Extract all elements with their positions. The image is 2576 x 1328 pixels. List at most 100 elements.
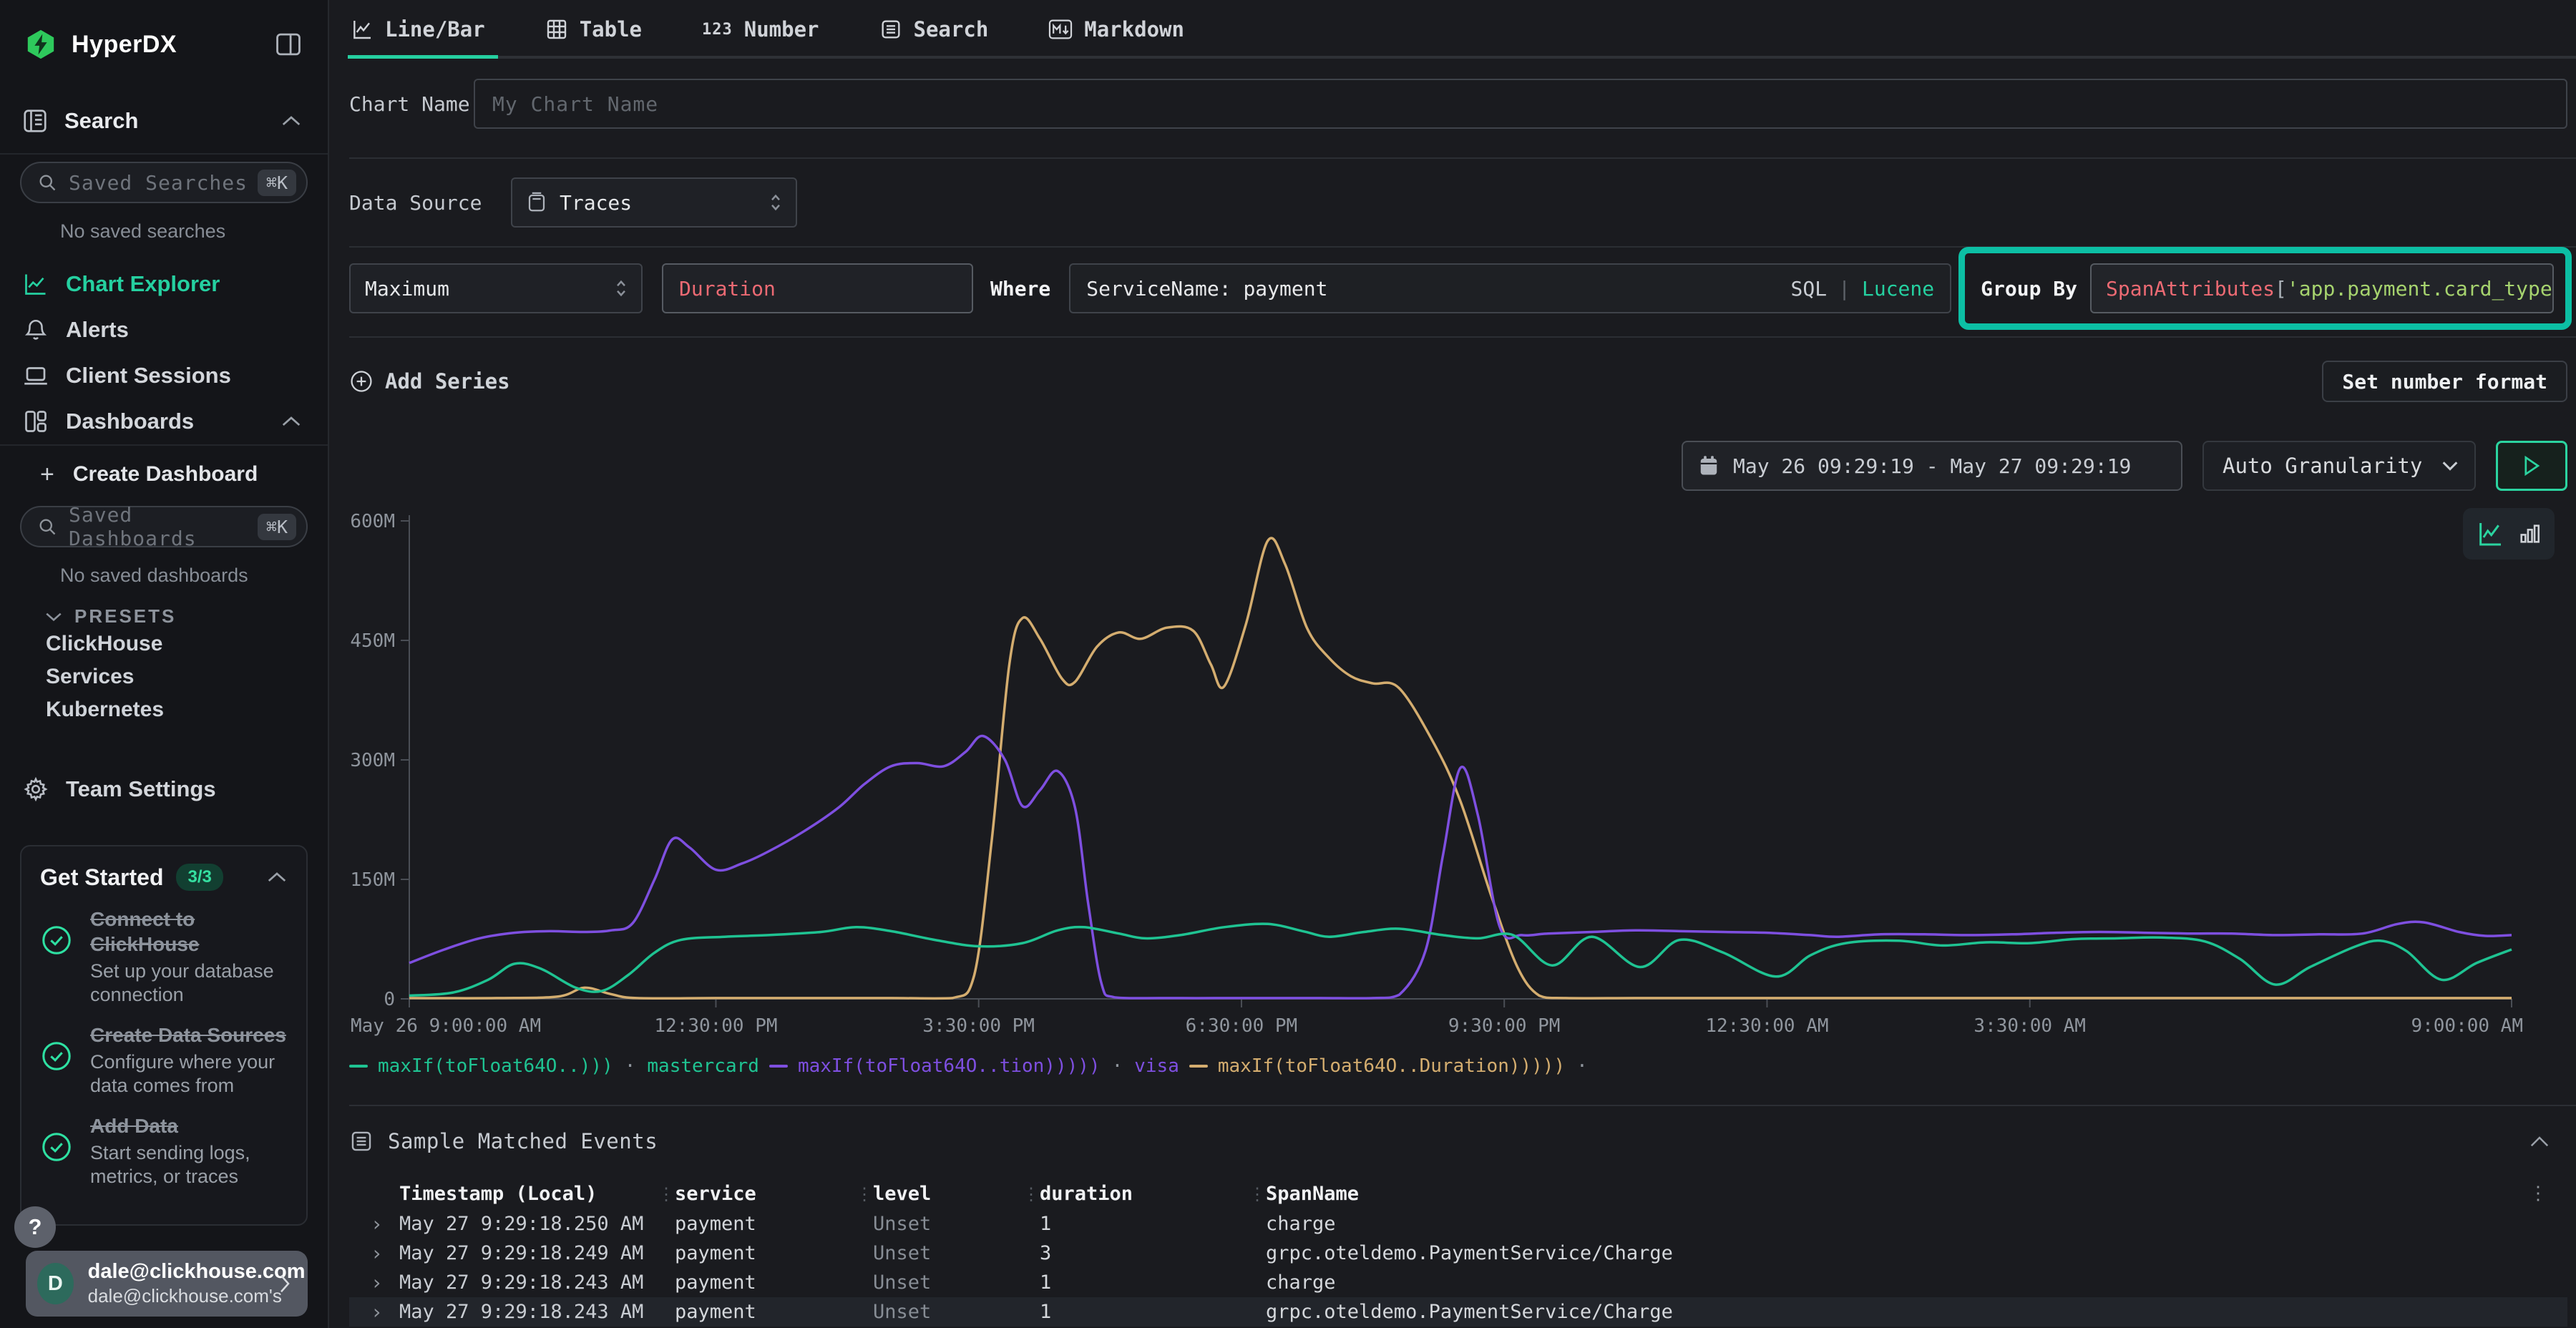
sidebar-item-alerts[interactable]: Alerts	[0, 307, 328, 353]
chevron-down-icon	[2440, 459, 2460, 472]
data-source-select[interactable]: Traces	[511, 177, 797, 228]
tab-table[interactable]: Table	[545, 17, 642, 43]
tab-search[interactable]: Search	[879, 17, 989, 43]
column-header-service[interactable]: service	[675, 1183, 873, 1205]
where-label: Where	[990, 277, 1050, 301]
time-series-chart: 0150M300M450M600MMay 26 9:00:00 AM12:30:…	[349, 511, 2567, 1048]
chart-type-tabs: Line/Bar Table 123 Number Search	[349, 0, 2576, 59]
cell: May 27 9:29:18.243 AM	[399, 1301, 675, 1323]
help-button[interactable]: ?	[14, 1206, 56, 1248]
svg-text:May 26 9:00:00 AM: May 26 9:00:00 AM	[351, 1015, 541, 1037]
preset-item-clickhouse[interactable]: ClickHouse	[0, 628, 328, 660]
task-desc: Set up your database connection	[90, 960, 288, 1007]
shortcut-badge: ⌘K	[258, 514, 296, 540]
user-menu[interactable]: D dale@clickhouse.com dale@clickhouse.co…	[26, 1251, 308, 1317]
get-started-item[interactable]: Connect to ClickHouseSet up your databas…	[40, 907, 288, 1007]
column-header-timestamp-local-[interactable]: Timestamp (Local)	[399, 1183, 675, 1205]
create-dashboard-button[interactable]: + Create Dashboard	[0, 454, 328, 494]
preset-item-kubernetes[interactable]: Kubernetes	[0, 693, 328, 726]
event-row[interactable]: ›May 27 9:29:18.250 AMpaymentUnset1charg…	[349, 1209, 2567, 1239]
hyperdx-logo-icon	[24, 28, 57, 61]
expand-row-icon[interactable]: ›	[371, 1212, 399, 1236]
bar-chart-toggle-icon[interactable]	[2517, 522, 2542, 546]
tab-markdown[interactable]: Markdown	[1048, 17, 1184, 43]
column-header-duration[interactable]: duration	[1040, 1183, 1266, 1205]
column-options-icon[interactable]: ⋮	[2529, 1183, 2547, 1204]
where-input[interactable]: ServiceName: payment SQL | Lucene	[1069, 263, 1951, 313]
get-started-item[interactable]: Create Data SourcesConfigure where your …	[40, 1022, 288, 1098]
chevron-up-icon[interactable]	[280, 114, 302, 127]
legend-dash	[769, 1065, 788, 1068]
chevron-up-icon[interactable]	[2529, 1134, 2550, 1148]
tab-label: Number	[744, 17, 819, 42]
no-saved-searches-text: No saved searches	[60, 220, 328, 243]
group-by-input[interactable]: SpanAttributes['app.payment.card_type']	[2090, 263, 2554, 313]
tab-line-bar[interactable]: Line/Bar	[351, 17, 485, 43]
saved-dashboards-input[interactable]: Saved Dashboards ⌘K	[20, 506, 308, 547]
chevron-up-icon[interactable]	[266, 871, 288, 884]
svg-text:12:30:00 PM: 12:30:00 PM	[654, 1015, 777, 1037]
time-range-value: May 26 09:29:19 - May 27 09:29:19	[1733, 454, 2131, 478]
set-number-format-button[interactable]: Set number format	[2322, 361, 2567, 402]
sidebar-item-label: Chart Explorer	[66, 271, 220, 297]
chart-display-toggle[interactable]	[2463, 508, 2555, 560]
aggregation-value: Maximum	[365, 277, 449, 301]
chevron-right-icon	[278, 1273, 292, 1294]
data-source-value: Traces	[560, 191, 632, 215]
sidebar-item-label: Client Sessions	[66, 363, 231, 389]
legend-series-expr[interactable]: maxIf(toFloat64O..Duration)))))	[1218, 1055, 1565, 1077]
event-row[interactable]: ›May 27 9:29:18.243 AMpaymentUnset1charg…	[349, 1268, 2567, 1297]
cell: payment	[675, 1301, 873, 1323]
add-series-label: Add Series	[385, 369, 510, 394]
group-by-highlight: Group By SpanAttributes['app.payment.car…	[1958, 247, 2572, 330]
cell: payment	[675, 1271, 873, 1294]
expand-row-icon[interactable]: ›	[371, 1271, 399, 1294]
column-header-level[interactable]: level	[873, 1183, 1040, 1205]
field-input[interactable]: Duration	[662, 263, 973, 313]
preset-item-services[interactable]: Services	[0, 660, 328, 693]
get-started-item-partial[interactable]	[40, 1204, 288, 1226]
collapse-sidebar-icon[interactable]	[275, 32, 302, 57]
sql-mode-button[interactable]: SQL	[1791, 277, 1828, 301]
list-icon	[349, 1129, 374, 1153]
run-query-button[interactable]	[2496, 441, 2567, 491]
play-icon	[2522, 455, 2541, 477]
logo-row: HyperDX	[0, 0, 328, 63]
chart-canvas[interactable]: 0150M300M450M600MMay 26 9:00:00 AM12:30:…	[349, 511, 2560, 1048]
chevron-up-icon[interactable]	[280, 415, 302, 428]
markdown-icon	[1048, 19, 1073, 40]
column-header-spanname[interactable]: SpanName	[1266, 1183, 2567, 1205]
legend-series-expr[interactable]: maxIf(toFloat64O..)))	[378, 1055, 613, 1077]
hyperdx-app: HyperDX Search Saved Searches ⌘K No save…	[0, 0, 2576, 1328]
event-row[interactable]: ›May 27 9:29:18.249 AMpaymentUnset3grpc.…	[349, 1239, 2567, 1268]
get-started-item[interactable]: Add DataStart sending logs, metrics, or …	[40, 1113, 288, 1188]
line-chart-toggle-icon[interactable]	[2476, 519, 2504, 548]
sidebar-item-team-settings[interactable]: Team Settings	[0, 766, 328, 812]
expand-row-icon[interactable]: ›	[371, 1300, 399, 1324]
tab-number[interactable]: 123 Number	[702, 17, 819, 43]
svg-text:450M: 450M	[350, 630, 395, 652]
svg-text:3:30:00 PM: 3:30:00 PM	[922, 1015, 1035, 1037]
legend-group-label[interactable]: mastercard	[647, 1055, 759, 1077]
legend-group-label[interactable]: visa	[1134, 1055, 1179, 1077]
saved-dashboards-placeholder: Saved Dashboards	[69, 503, 258, 550]
sidebar-section-search[interactable]: Search	[0, 104, 328, 137]
granularity-select[interactable]: Auto Granularity	[2202, 441, 2476, 491]
saved-searches-input[interactable]: Saved Searches ⌘K	[20, 162, 308, 203]
legend-series-expr[interactable]: maxIf(toFloat64O..tion)))))	[798, 1055, 1101, 1077]
chart-name-input[interactable]	[474, 79, 2567, 129]
chart-legend: maxIf(toFloat64O..)))·mastercardmaxIf(to…	[349, 1052, 2567, 1080]
cell: May 27 9:29:18.249 AM	[399, 1242, 675, 1264]
sidebar-item-client-sessions[interactable]: Client Sessions	[0, 353, 328, 399]
expand-row-icon[interactable]: ›	[371, 1241, 399, 1265]
cell: 3	[1040, 1242, 1266, 1264]
add-series-button[interactable]: Add Series	[349, 369, 510, 394]
presets-toggle[interactable]: PRESETS	[44, 605, 328, 628]
lucene-mode-button[interactable]: Lucene	[1862, 277, 1934, 301]
event-row[interactable]: ›May 27 9:29:18.243 AMpaymentUnset1grpc.…	[349, 1297, 2567, 1327]
sidebar-item-chart-explorer[interactable]: Chart Explorer	[0, 261, 328, 307]
aggregation-select[interactable]: Maximum	[349, 263, 643, 313]
svg-text:6:30:00 PM: 6:30:00 PM	[1186, 1015, 1298, 1037]
sidebar-item-dashboards[interactable]: Dashboards	[0, 399, 328, 444]
time-range-picker[interactable]: May 26 09:29:19 - May 27 09:29:19	[1682, 441, 2182, 491]
